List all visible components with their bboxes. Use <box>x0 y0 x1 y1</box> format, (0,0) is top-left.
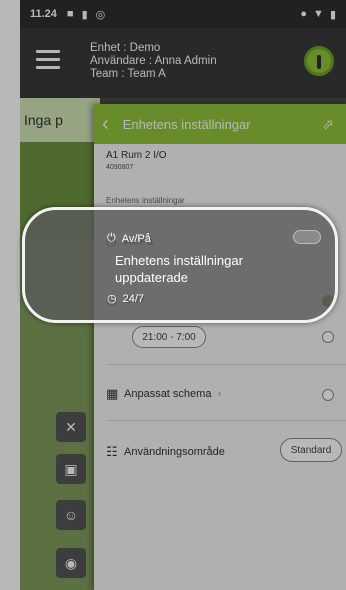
signal-icon: ▼ <box>313 7 324 20</box>
toast-line-1: Enhetens inställningar <box>115 253 243 268</box>
toast-notification: ⏻ Av/På Enhetens inställningar uppdatera… <box>22 207 338 323</box>
wifi-icon: ● <box>300 7 308 20</box>
custom-schedule-row[interactable]: ▦ Anpassat schema › <box>106 386 336 402</box>
toast-schedule-label: 24/7 <box>122 292 145 305</box>
user-line: Användare : Anna Admin <box>90 55 217 67</box>
panel-header: ‹ Enhetens inställningar ⬀ <box>94 104 346 144</box>
custom-schedule-radio[interactable] <box>322 389 334 401</box>
status-bar: 11.24 ■ ▮ ◎ ● ▼ ▮ <box>20 0 346 28</box>
toast-power-row: ⏻ Av/På <box>107 232 151 245</box>
divider <box>106 420 346 421</box>
session-info: Enhet : Demo Användare : Anna Admin Team… <box>90 42 217 81</box>
usage-label: Användningsområde <box>124 446 225 458</box>
clock-icon: ◷ <box>107 293 117 305</box>
time-range-radio[interactable] <box>322 331 334 343</box>
device-icon[interactable]: ▣ <box>56 454 86 484</box>
toast-message: Enhetens inställningar uppdaterade <box>115 252 243 286</box>
menu-icon[interactable] <box>36 50 60 70</box>
calendar-icon: ▦ <box>106 386 119 401</box>
share-icon[interactable]: ⬀ <box>322 116 334 133</box>
app-bar: Enhet : Demo Användare : Anna Admin Team… <box>20 28 346 98</box>
section-title: Enhetens inställningar <box>106 196 185 205</box>
battery-saver-icon: ▮ <box>81 8 88 21</box>
background-partial-text: Inga p <box>24 112 63 128</box>
settings-icon[interactable]: ◉ <box>56 548 86 578</box>
sync-icon: ◎ <box>95 8 106 21</box>
device-name: A1 Rum 2 I/O <box>106 150 167 161</box>
panel-title: Enhetens inställningar <box>122 116 251 132</box>
battery-icon: ▮ <box>329 8 336 21</box>
list-icon: ☷ <box>106 444 118 459</box>
device-line: Enhet : Demo <box>90 42 161 54</box>
toast-power-label: Av/På <box>121 232 151 245</box>
team-line: Team : Team A <box>90 68 166 80</box>
usage-select[interactable]: Standard <box>280 438 342 462</box>
device-id: 4090807 <box>106 164 134 171</box>
users-icon[interactable]: ☺ <box>56 500 86 530</box>
close-icon[interactable]: ✕ <box>56 412 86 442</box>
device-settings-panel: ‹ Enhetens inställningar ⬀ A1 Rum 2 I/O … <box>94 104 346 590</box>
toast-line-2: uppdaterade <box>115 270 189 285</box>
chevron-right-icon: › <box>217 388 222 400</box>
status-time: 11.24 <box>30 8 57 20</box>
custom-schedule-label: Anpassat schema <box>124 388 212 400</box>
chevron-left-icon[interactable]: ‹ <box>102 113 109 136</box>
power-icon: ⏻ <box>107 232 116 244</box>
divider <box>106 364 346 365</box>
time-range-pill[interactable]: 21:00 - 7:00 <box>132 326 206 348</box>
power-toggle[interactable] <box>293 230 321 244</box>
toast-schedule-row: ◷ 24/7 <box>107 292 145 306</box>
brand-logo[interactable] <box>304 46 334 76</box>
notification-icon: ■ <box>66 8 74 20</box>
